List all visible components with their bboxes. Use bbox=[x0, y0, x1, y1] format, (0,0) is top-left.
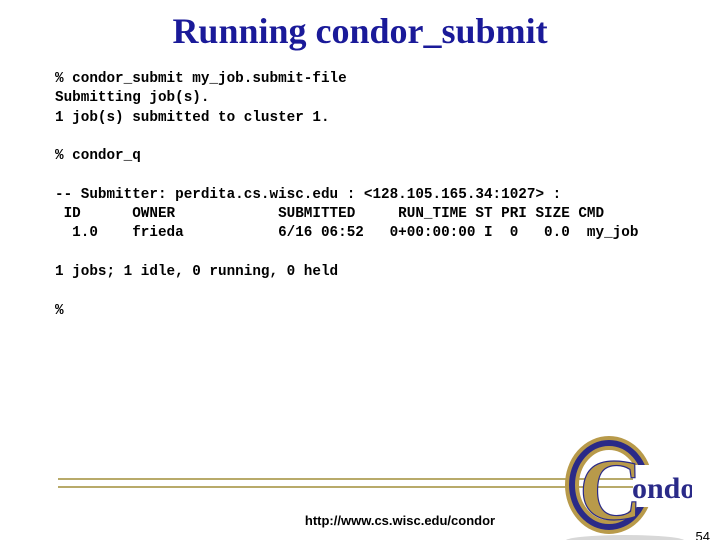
slide: Running condor_submit % condor_submit my… bbox=[0, 10, 720, 540]
page-number: 54 bbox=[696, 529, 710, 540]
footer-url: http://www.cs.wisc.edu/condor bbox=[0, 513, 720, 528]
slide-title: Running condor_submit bbox=[0, 10, 720, 52]
terminal-output: % condor_submit my_job.submit-file Submi… bbox=[0, 70, 720, 321]
footer: ondor C http://www.cs.wisc.edu/condor 54 bbox=[0, 435, 720, 540]
